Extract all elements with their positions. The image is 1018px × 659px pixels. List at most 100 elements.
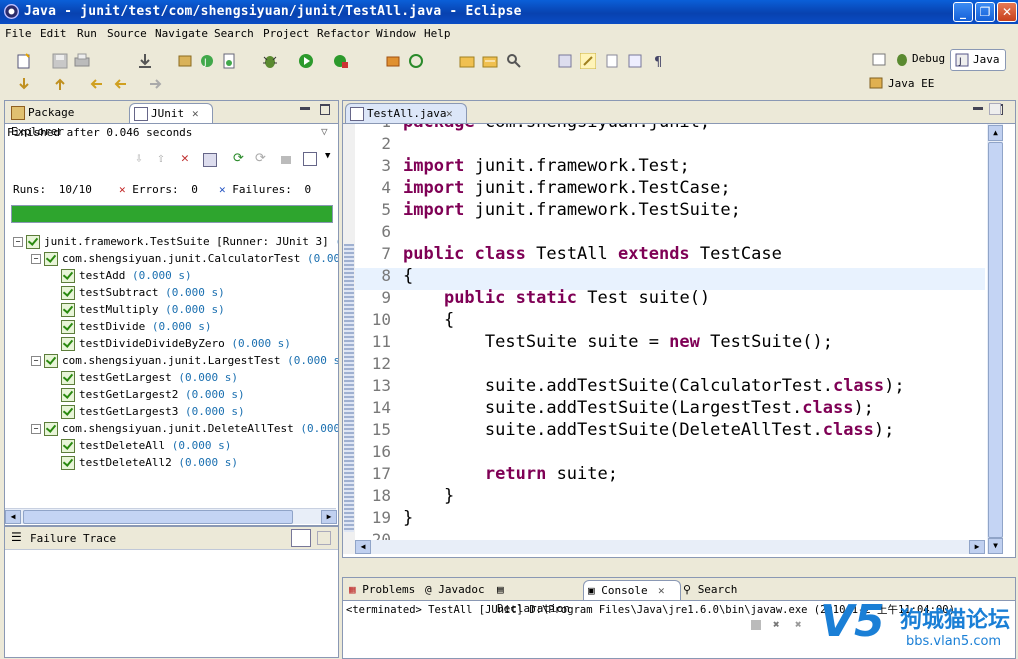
next-annotation-icon[interactable] [16,76,32,92]
remove-launch-icon[interactable]: ✖ [773,618,780,631]
run-icon[interactable] [298,53,314,69]
download-icon[interactable] [137,53,153,69]
tree-test-method[interactable]: testDivide (0.000 s) [61,320,211,334]
code-line[interactable]: public class TestAll extends TestCase [403,244,782,264]
scroll-right-icon[interactable]: ▶ [321,510,337,524]
menu-window[interactable]: Window [376,27,416,40]
scroll-thumb[interactable] [23,510,293,524]
tree-suite-root[interactable]: − junit.framework.TestSuite [Runner: JUni… [13,235,338,249]
code-line[interactable]: suite.addTestSuite(DeleteAllTest.class); [403,420,895,440]
menu-project[interactable]: Project [263,27,309,40]
editor-vertical-scrollbar[interactable]: ▲ ▼ [987,124,1003,554]
highlight-icon[interactable] [580,53,596,69]
view-menu-icon[interactable]: ▽ [321,125,328,138]
history-dropdown-icon[interactable]: ▼ [325,151,330,161]
tree-test-method[interactable]: testGetLargest2 (0.000 s) [61,388,245,402]
show-failures-only-icon[interactable]: ✕ [181,151,189,166]
perspective-javaee[interactable]: Java EE [868,74,958,92]
test-run-history-icon[interactable] [303,152,317,166]
previous-failure-icon[interactable]: ⇧ [157,151,165,166]
menu-help[interactable]: Help [424,27,451,40]
tree-test-class[interactable]: − com.shengsiyuan.junit.DeleteAllTest (0.… [31,422,338,436]
close-junit-tab-icon[interactable]: ✕ [192,104,199,123]
tree-test-class[interactable]: − com.shengsiyuan.junit.LargestTest (0.00… [31,354,338,368]
menu-file[interactable]: File [5,27,32,40]
code-line[interactable]: { [403,266,413,286]
build-icon[interactable] [385,53,401,69]
code-line[interactable]: import junit.framework.TestCase; [403,178,731,198]
code-line[interactable]: public static Test suite() [403,288,710,308]
terminate-icon[interactable] [751,620,761,630]
open-folder-icon[interactable] [482,53,498,69]
code-line[interactable]: } [403,508,413,528]
mark-occurrences-icon[interactable] [557,53,573,69]
tree-test-method[interactable]: testAdd (0.000 s) [61,269,192,283]
open-type-icon[interactable] [459,53,475,69]
code-area[interactable]: 1 package com.shengsiyuan.junit; 2 3 import … [355,124,985,552]
rerun-test-icon[interactable]: ⟳ [233,151,244,166]
pilcrow-icon[interactable]: ¶ [651,53,667,69]
close-console-tab-icon[interactable]: ✕ [658,581,665,600]
remove-all-icon[interactable]: ✖ [795,618,802,631]
menu-edit[interactable]: Edit [40,27,67,40]
tab-console[interactable]: ▣ Console ✕ [583,580,681,600]
tab-javadoc[interactable]: @ Javadoc [421,580,493,599]
last-edit-icon[interactable] [88,76,104,92]
stop-icon[interactable] [281,156,291,164]
minimize-editor-icon[interactable] [973,107,983,110]
prev-annotation-icon[interactable] [52,76,68,92]
run-external-icon[interactable] [333,53,349,69]
tab-declaration[interactable]: ▤ Declaration [493,580,583,615]
menu-source[interactable]: Source [107,27,147,40]
maximize-button[interactable]: ❐ [975,2,995,22]
perspective-java[interactable]: J Java [950,49,1006,71]
editor-scroll-right-icon[interactable]: ▶ [969,540,985,554]
editor-scroll-left-icon[interactable]: ◀ [355,540,371,554]
minimize-button[interactable]: _ [953,2,973,22]
collapse-icon[interactable]: − [31,254,41,264]
refresh-icon[interactable] [408,53,424,69]
debug-icon[interactable] [262,53,278,69]
menu-navigate[interactable]: Navigate [155,27,208,40]
tree-test-class[interactable]: − com.shengsiyuan.junit.CalculatorTest (0… [31,252,338,266]
new-class-icon[interactable]: J [199,53,215,69]
tree-test-method[interactable]: testGetLargest (0.000 s) [61,371,238,385]
rerun-failed-icon[interactable]: ⟳ [255,151,266,166]
tree-test-method[interactable]: testDivideDivideByZero (0.000 s) [61,337,291,351]
code-line[interactable]: import junit.framework.TestSuite; [403,200,741,220]
tab-testall-java[interactable]: TestAll.java ✕ [345,103,467,123]
close-editor-tab-icon[interactable]: ✕ [446,104,453,123]
menu-search[interactable]: Search [214,27,254,40]
collapse-icon[interactable]: − [31,424,41,434]
close-button[interactable]: ✕ [997,2,1017,22]
scroll-down-icon[interactable]: ▼ [988,538,1003,554]
tab-junit[interactable]: JUnit ✕ [129,103,213,123]
new-icon[interactable] [16,53,32,69]
save-icon[interactable] [52,53,68,69]
show-whitespace-icon[interactable] [627,53,643,69]
maximize-view-icon[interactable] [320,104,330,115]
tree-horizontal-scrollbar[interactable]: ◀ ▶ [5,508,337,524]
search-tool-icon[interactable] [506,53,522,69]
tree-test-method[interactable]: testSubtract (0.000 s) [61,286,225,300]
scroll-lock-icon[interactable] [203,153,217,167]
tab-problems[interactable]: ▦ Problems [345,580,423,599]
tree-test-method[interactable]: testDeleteAll2 (0.000 s) [61,456,238,470]
scroll-up-icon[interactable]: ▲ [988,125,1003,141]
code-line[interactable]: } [403,486,454,506]
tree-test-method[interactable]: testDeleteAll (0.000 s) [61,439,231,453]
tab-package-explorer[interactable]: Package Explorer [7,103,131,138]
code-line[interactable]: return suite; [403,464,618,484]
perspective-debug[interactable]: Debug [864,49,945,69]
code-line[interactable]: package com.shengsiyuan.junit; [403,124,710,132]
forward-icon[interactable] [148,76,164,92]
collapse-icon[interactable]: − [13,237,23,247]
scroll-left-icon[interactable]: ◀ [5,510,21,524]
code-line[interactable]: suite.addTestSuite(CalculatorTest.class)… [403,376,905,396]
menu-run[interactable]: Run [77,27,97,40]
menu-refactor[interactable]: Refactor [317,27,370,40]
code-line[interactable]: import junit.framework.Test; [403,156,690,176]
filter-stack-icon[interactable] [291,529,311,547]
back-icon[interactable] [112,76,128,92]
print-icon[interactable] [74,53,90,69]
